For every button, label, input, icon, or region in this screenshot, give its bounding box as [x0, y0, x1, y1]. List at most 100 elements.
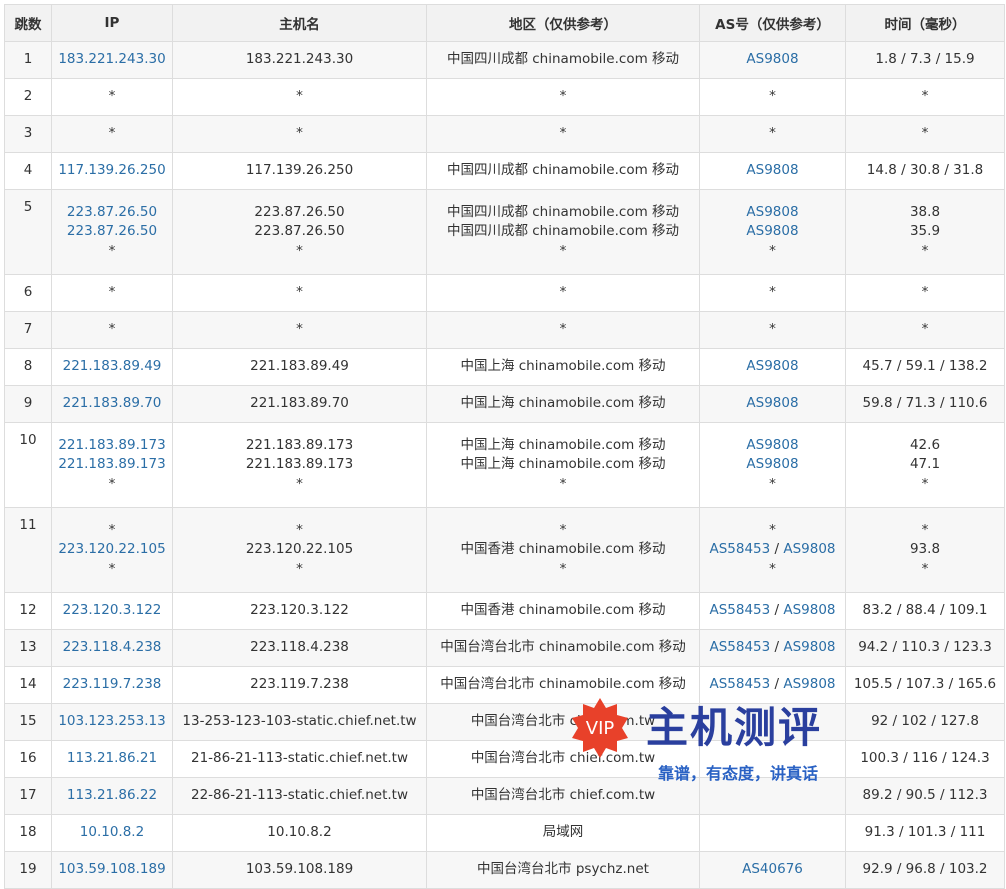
hostname-cell: 223.120.3.122	[172, 592, 427, 630]
region-text: 中国香港 chinamobile.com 移动	[460, 602, 666, 619]
as-link[interactable]: AS58453	[709, 676, 770, 692]
hop-cell: 18	[4, 814, 52, 852]
as-link[interactable]: AS9808	[746, 223, 798, 239]
table-row: 11 * 223.120.22.105 * * 223.120.22.105 * * 中国香港 …	[4, 507, 1005, 593]
as-link[interactable]: AS58453	[709, 639, 770, 655]
as-cell: AS9808	[699, 348, 846, 386]
ip-link[interactable]: 223.119.7.238	[52, 675, 172, 695]
as-cell: AS9808	[699, 385, 846, 423]
header-hostname: 主机名	[172, 4, 427, 42]
time-text: 45.7 / 59.1 / 138.2	[862, 358, 988, 375]
ip-link[interactable]: 113.21.86.21	[52, 749, 172, 769]
time-cell: 92.9 / 96.8 / 103.2	[845, 851, 1005, 889]
as-line: AS58453 / AS9808	[700, 601, 845, 621]
header-hop: 跳数	[4, 4, 52, 42]
time-cell: 59.8 / 71.3 / 110.6	[845, 385, 1005, 423]
ip-link[interactable]: 223.118.4.238	[52, 638, 172, 658]
as-link[interactable]: AS9808	[783, 602, 835, 618]
ip-link[interactable]: 103.123.253.13	[52, 712, 172, 732]
time-cell: 38.8 35.9 *	[845, 189, 1005, 275]
region-cell: 中国台湾台北市 chief.com.tw	[426, 777, 700, 815]
as-link[interactable]: AS9808	[746, 162, 798, 178]
ip-link[interactable]: 221.183.89.49	[52, 357, 172, 377]
ip-link[interactable]: 223.120.3.122	[52, 601, 172, 621]
time-text: *	[921, 125, 929, 142]
header-time: 时间（毫秒）	[845, 4, 1005, 42]
hostname-text: 221.183.89.70	[250, 395, 349, 412]
ip-link[interactable]: 103.59.108.189	[52, 860, 172, 880]
ip-link[interactable]: 223.120.22.105	[52, 540, 172, 560]
ip-cell: 103.59.108.189	[51, 851, 173, 889]
hop-cell: 12	[4, 592, 52, 630]
time-text: 59.8 / 71.3 / 110.6	[862, 395, 988, 412]
region-text: 中国四川成都 chinamobile.com 移动	[446, 203, 680, 220]
hostname-cell: 117.139.26.250	[172, 152, 427, 190]
hop-cell: 11	[4, 507, 52, 593]
as-link[interactable]: AS9808	[746, 437, 798, 453]
as-link[interactable]: AS58453	[709, 541, 770, 557]
region-text: 中国四川成都 chinamobile.com 移动	[446, 51, 680, 68]
ip-link[interactable]: 117.139.26.250	[52, 161, 172, 181]
as-separator: /	[770, 602, 784, 619]
hostname-cell: 21-86-21-113-static.chief.net.tw	[172, 740, 427, 778]
as-link[interactable]: AS9808	[746, 456, 798, 472]
as-link[interactable]: AS9808	[783, 639, 835, 655]
time-text: *	[921, 88, 929, 105]
as-link[interactable]: AS9808	[783, 676, 835, 692]
header-ip: IP	[51, 4, 173, 42]
ip-link[interactable]: 221.183.89.173	[52, 436, 172, 456]
hostname-text: *	[296, 242, 303, 259]
ip-link[interactable]: 113.21.86.22	[52, 786, 172, 806]
ip-link[interactable]: 221.183.89.173	[52, 455, 172, 475]
hostname-cell: 221.183.89.70	[172, 385, 427, 423]
hostname-cell: *	[172, 115, 427, 153]
hostname-text: 21-86-21-113-static.chief.net.tw	[190, 750, 409, 767]
time-cell: 92 / 102 / 127.8	[845, 703, 1005, 741]
hostname-text: *	[296, 284, 303, 301]
header-as: AS号（仅供参考）	[699, 4, 846, 42]
time-text: *	[921, 475, 929, 492]
hostname-text: 183.221.243.30	[245, 51, 354, 68]
hop-number: 13	[19, 639, 37, 656]
hop-cell: 13	[4, 629, 52, 667]
ip-cell: 221.183.89.49	[51, 348, 173, 386]
table-header-row: 跳数 IP 主机名 地区（仅供参考） AS号（仅供参考） 时间（毫秒）	[4, 4, 1005, 42]
hostname-text: 103.59.108.189	[245, 861, 354, 878]
region-text: *	[559, 284, 567, 301]
as-link[interactable]: AS40676	[742, 861, 803, 877]
table-row: 5 223.87.26.50 223.87.26.50 * 223.87.26.50 22…	[4, 189, 1005, 275]
ip-cell: 10.10.8.2	[51, 814, 173, 852]
table-row: 18 10.10.8.2 10.10.8.2 局域网 91.3 / 101.3 / 11…	[4, 814, 1005, 852]
time-cell: 105.5 / 107.3 / 165.6	[845, 666, 1005, 704]
table-row: 14 223.119.7.238 223.119.7.238 中国台湾台北市 chin…	[4, 666, 1005, 704]
as-link[interactable]: AS58453	[709, 602, 770, 618]
region-cell: 中国上海 chinamobile.com 移动 中国上海 chinamobile.…	[426, 422, 700, 508]
time-cell: 83.2 / 88.4 / 109.1	[845, 592, 1005, 630]
hop-number: 15	[19, 713, 37, 730]
region-text: 中国台湾台北市 chief.com.tw	[470, 713, 656, 730]
region-text: *	[559, 475, 567, 492]
time-text: 93.8	[909, 541, 941, 558]
as-link[interactable]: AS9808	[746, 358, 798, 374]
hop-cell: 7	[4, 311, 52, 349]
ip-link[interactable]: 223.87.26.50	[52, 203, 172, 223]
as-line: AS9808	[700, 161, 845, 181]
hop-number: 8	[23, 358, 33, 375]
as-link[interactable]: AS9808	[746, 204, 798, 220]
as-line: AS9808	[700, 222, 845, 242]
as-link[interactable]: AS9808	[746, 51, 798, 67]
region-text: 中国台湾台北市 chinamobile.com 移动	[440, 676, 686, 693]
hop-number: 3	[23, 125, 33, 142]
ip-link[interactable]: 221.183.89.70	[52, 394, 172, 414]
time-cell: 42.6 47.1 *	[845, 422, 1005, 508]
as-link[interactable]: AS9808	[746, 395, 798, 411]
hostname-text: *	[296, 521, 303, 538]
as-link[interactable]: AS9808	[783, 541, 835, 557]
hop-cell: 16	[4, 740, 52, 778]
table-row: 2 * * * * *	[4, 78, 1005, 116]
ip-link[interactable]: 183.221.243.30	[52, 50, 172, 70]
ip-link[interactable]: 223.87.26.50	[52, 222, 172, 242]
hostname-text: *	[296, 88, 303, 105]
ip-link[interactable]: 10.10.8.2	[52, 823, 172, 843]
as-cell: * AS58453 / AS9808 *	[699, 507, 846, 593]
